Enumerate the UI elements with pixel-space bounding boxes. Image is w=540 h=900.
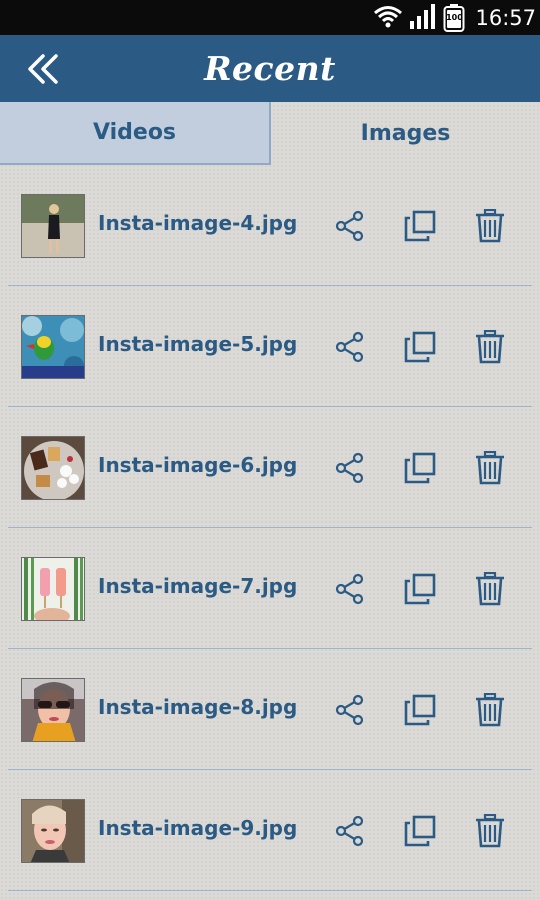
copy-button[interactable] [400,328,440,366]
copy-button[interactable] [400,207,440,245]
file-name[interactable]: Insta-image-6.jpg [98,453,297,477]
copy-icon [404,210,436,242]
share-button[interactable] [330,207,370,245]
delete-button[interactable] [470,691,510,729]
share-button[interactable] [330,328,370,366]
trash-icon [476,814,504,848]
thumbnail-image[interactable] [21,799,85,863]
file-name[interactable]: Insta-image-8.jpg [98,695,297,719]
share-icon [335,452,364,484]
thumbnail-image[interactable] [21,436,85,500]
list-item[interactable]: Insta-image-9.jpg [8,770,532,891]
share-icon [335,573,364,605]
status-bar: 100 16:57 [0,0,540,35]
trash-icon [476,693,504,727]
list-item[interactable]: Insta-image-8.jpg [8,649,532,770]
copy-icon [404,452,436,484]
share-button[interactable] [330,449,370,487]
list-item[interactable]: Insta-image-5.jpg [8,286,532,407]
share-icon [335,210,364,242]
trash-icon [476,572,504,606]
trash-icon [476,330,504,364]
status-time: 16:57 [475,5,536,30]
back-button[interactable] [20,47,66,91]
list-item[interactable]: Insta-image-4.jpg [8,165,532,286]
share-button[interactable] [330,691,370,729]
copy-icon [404,573,436,605]
copy-button[interactable] [400,812,440,850]
delete-button[interactable] [470,812,510,850]
share-icon [335,694,364,726]
share-icon [335,331,364,363]
thumbnail-image[interactable] [21,315,85,379]
copy-icon [404,331,436,363]
trash-icon [476,451,504,485]
wifi-icon [373,4,403,32]
file-name[interactable]: Insta-image-5.jpg [98,332,297,356]
page-title: Recent [204,49,336,88]
tab-bar: Videos Images [0,102,540,165]
file-name[interactable]: Insta-image-7.jpg [98,574,297,598]
tab-videos[interactable]: Videos [0,102,271,165]
share-button[interactable] [330,812,370,850]
file-list: Insta-image-4.jpg Insta-image-5.jpg Inst… [0,165,540,891]
copy-icon [404,815,436,847]
copy-button[interactable] [400,570,440,608]
copy-button[interactable] [400,691,440,729]
delete-button[interactable] [470,570,510,608]
delete-button[interactable] [470,328,510,366]
file-name[interactable]: Insta-image-9.jpg [98,816,297,840]
battery-icon: 100 [443,3,465,32]
delete-button[interactable] [470,207,510,245]
copy-icon [404,694,436,726]
tab-images[interactable]: Images [271,102,540,165]
copy-button[interactable] [400,449,440,487]
app-bar: Recent [0,35,540,102]
share-button[interactable] [330,570,370,608]
list-item[interactable]: Insta-image-7.jpg [8,528,532,649]
file-name[interactable]: Insta-image-4.jpg [98,211,297,235]
trash-icon [476,209,504,243]
double-chevron-left-icon [28,54,58,84]
thumbnail-image[interactable] [21,678,85,742]
share-icon [335,815,364,847]
thumbnail-image[interactable] [21,557,85,621]
delete-button[interactable] [470,449,510,487]
signal-icon [409,3,437,33]
list-item[interactable]: Insta-image-6.jpg [8,407,532,528]
thumbnail-image[interactable] [21,194,85,258]
battery-level: 100 [446,12,463,22]
